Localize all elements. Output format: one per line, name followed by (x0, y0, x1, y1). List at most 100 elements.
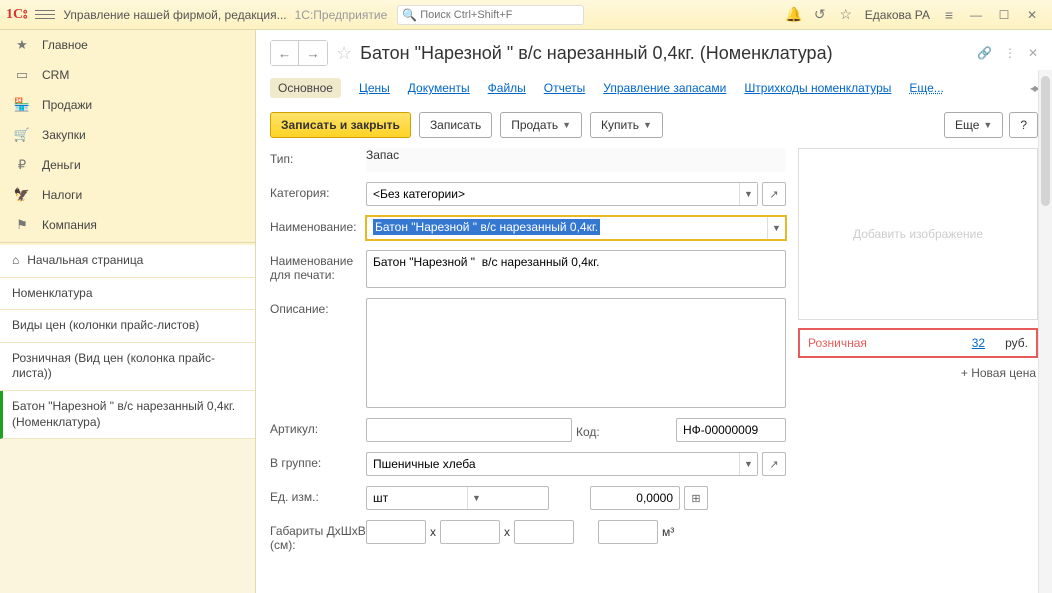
price-retail-box: Розничная 32 руб. (798, 328, 1038, 358)
more-button[interactable]: Еще▼ (944, 112, 1003, 138)
code-input[interactable] (676, 418, 786, 442)
sidebar-item-company[interactable]: ⚑Компания (0, 210, 255, 240)
dim-width-input[interactable] (440, 520, 500, 544)
tab-stock[interactable]: Управление запасами (603, 81, 726, 95)
home-icon: ⌂ (12, 253, 19, 269)
tab-main[interactable]: Основное (270, 78, 341, 98)
sidebar-item-label: Налоги (42, 188, 82, 202)
sidebar-item-sales[interactable]: 🏪Продажи (0, 90, 255, 120)
search-input[interactable] (397, 5, 584, 25)
add-image-label: Добавить изображение (853, 227, 983, 241)
help-button[interactable]: ? (1009, 112, 1038, 138)
chevron-down-icon[interactable]: ▼ (767, 217, 785, 239)
tab-reports[interactable]: Отчеты (544, 81, 585, 95)
dim-height-input[interactable] (514, 520, 574, 544)
tab-retail-price[interactable]: Розничная (Вид цен (колонка прайс-листа)… (0, 343, 255, 391)
sidebar-item-label: Продажи (42, 98, 92, 112)
minimize-button[interactable]: — (962, 3, 990, 27)
sidebar-item-label: Компания (42, 218, 97, 232)
sidebar-item-main[interactable]: ★Главное (0, 30, 255, 60)
chevron-down-icon[interactable]: ▼ (739, 183, 757, 205)
category-label: Категория: (270, 182, 366, 200)
user-menu-icon[interactable]: ≡ (936, 3, 962, 27)
weight-calc-button[interactable]: ⊞ (684, 486, 708, 510)
dim-volume-input[interactable] (598, 520, 658, 544)
description-input[interactable] (366, 298, 786, 408)
nav-forward-button[interactable]: → (299, 41, 327, 65)
dim-x2: x (504, 525, 510, 539)
type-value: Запас (366, 148, 786, 172)
save-button[interactable]: Записать (419, 112, 492, 138)
sidebar-item-money[interactable]: ₽Деньги (0, 150, 255, 180)
chevron-down-icon: ▼ (643, 120, 652, 130)
category-open-button[interactable]: ↗ (762, 182, 786, 206)
dim-x: x (430, 525, 436, 539)
tab-barcodes[interactable]: Штрихкоды номенклатуры (744, 81, 891, 95)
chevron-down-icon[interactable]: ▼ (739, 453, 757, 475)
new-price-link[interactable]: + Новая цена (798, 362, 1038, 384)
tabs-scroll-icon[interactable]: ◂▸ (1030, 81, 1038, 95)
price-currency: руб. (1005, 336, 1028, 350)
maximize-button[interactable]: ☐ (990, 3, 1018, 27)
tab-current-item[interactable]: Батон "Нарезной " в/с нарезанный 0,4кг. … (0, 391, 255, 439)
chevron-down-icon[interactable]: ▼ (467, 487, 485, 509)
tab-prices[interactable]: Цены (359, 81, 390, 95)
nav-back-button[interactable]: ← (271, 41, 299, 65)
dim-unit: м³ (662, 525, 674, 539)
star-icon[interactable]: ☆ (833, 3, 859, 27)
bell-icon[interactable]: 🔔 (781, 3, 807, 27)
tab-more[interactable]: Еще... (909, 81, 943, 95)
cart-icon: 🛒 (12, 127, 32, 143)
category-select[interactable]: ▼ (366, 182, 758, 206)
menu-icon[interactable] (35, 5, 55, 25)
kebab-icon[interactable]: ⋮ (1004, 46, 1016, 60)
group-label: В группе: (270, 452, 366, 470)
unit-select[interactable]: ▼ (366, 486, 486, 510)
link-icon[interactable]: 🔗 (977, 46, 992, 60)
sidebar-item-crm[interactable]: ▭CRM (0, 60, 255, 90)
platform-label: 1С:Предприятие (295, 8, 388, 22)
divider (0, 242, 255, 243)
page-tabs: Основное Цены Документы Файлы Отчеты Упр… (256, 74, 1052, 108)
close-page-button[interactable]: ✕ (1028, 46, 1038, 60)
vertical-scrollbar[interactable] (1038, 70, 1052, 593)
sell-button[interactable]: Продать▼ (500, 112, 582, 138)
history-icon[interactable]: ↺ (807, 3, 833, 27)
print-name-input[interactable]: Батон "Нарезной " в/с нарезанный 0,4кг. (366, 250, 786, 288)
unit-input[interactable] (366, 486, 549, 510)
group-input[interactable] (366, 452, 758, 476)
card-icon: ▭ (12, 67, 32, 83)
tab-nomenclature[interactable]: Номенклатура (0, 278, 255, 311)
type-label: Тип: (270, 148, 366, 166)
name-input-wrap[interactable]: Батон "Нарезной " в/с нарезанный 0,4кг. … (366, 216, 786, 240)
category-input[interactable] (366, 182, 758, 206)
group-select[interactable]: ▼ (366, 452, 758, 476)
sku-input[interactable] (366, 418, 572, 442)
tab-documents[interactable]: Документы (408, 81, 470, 95)
global-search[interactable]: 🔍 (397, 5, 584, 25)
save-close-button[interactable]: Записать и закрыть (270, 112, 411, 138)
sidebar-item-taxes[interactable]: 🦅Налоги (0, 180, 255, 210)
close-window-button[interactable]: ✕ (1018, 3, 1046, 27)
btn-label: Купить (601, 118, 639, 132)
sidebar-item-label: Главное (42, 38, 88, 52)
group-open-button[interactable]: ↗ (762, 452, 786, 476)
tab-files[interactable]: Файлы (488, 81, 526, 95)
tab-price-types[interactable]: Виды цен (колонки прайс-листов) (0, 310, 255, 343)
add-image-placeholder[interactable]: Добавить изображение (798, 148, 1038, 320)
weight-input[interactable] (590, 486, 680, 510)
price-value-link[interactable]: 32 (972, 336, 985, 350)
favorite-star-icon[interactable]: ☆ (336, 43, 352, 64)
scrollbar-thumb[interactable] (1041, 76, 1050, 206)
buy-button[interactable]: Купить ▼ (590, 112, 663, 138)
tab-home[interactable]: ⌂Начальная страница (0, 245, 255, 278)
dim-length-input[interactable] (366, 520, 426, 544)
right-panel: Добавить изображение Розничная 32 руб. +… (798, 148, 1038, 583)
sidebar-item-purchases[interactable]: 🛒 Закупки (0, 120, 255, 150)
sidebar-item-label: Закупки (42, 128, 86, 142)
user-name[interactable]: Едакова РА (865, 8, 930, 22)
nav-arrows: ← → (270, 40, 328, 66)
search-icon: 🔍 (402, 8, 417, 22)
dimensions-label: Габариты ДхШхВ (см): (270, 520, 366, 552)
name-input[interactable]: Батон "Нарезной " в/с нарезанный 0,4кг. (373, 219, 600, 235)
